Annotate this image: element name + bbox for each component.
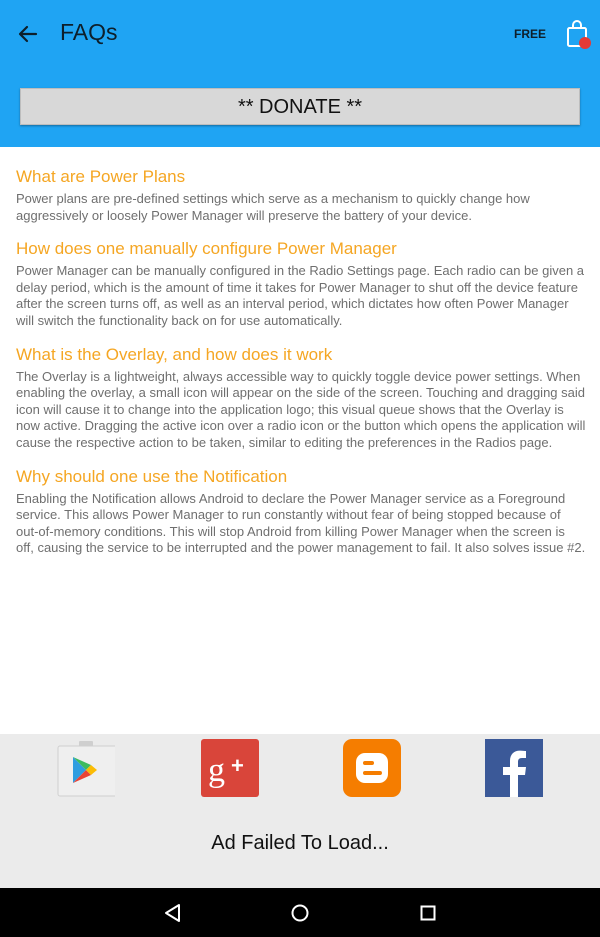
faq-question: What are Power Plans [16, 167, 186, 186]
faq-item: How does one manually configure Power Ma… [16, 238, 586, 329]
blogger-icon[interactable] [343, 739, 401, 797]
recents-square-icon[interactable] [415, 900, 441, 926]
arrow-left-icon[interactable] [14, 20, 42, 48]
system-nav-bar [0, 888, 600, 937]
faq-question: Why should one use the Notification [16, 466, 288, 486]
faq-answer: Power plans are pre-defined settings whi… [16, 191, 530, 223]
google-play-icon[interactable] [57, 739, 115, 797]
faq-list: What are Power Plans Power plans are pre… [16, 166, 586, 571]
page-title: FAQs [60, 19, 118, 45]
faq-question: How does one manually configure Power Ma… [16, 239, 397, 259]
google-plus-icon[interactable]: g + [201, 739, 259, 797]
ad-failed-text: Ad Failed To Load... [211, 832, 389, 854]
faq-item: Why should one use the Notification Enab… [16, 466, 586, 557]
shopping-bag-icon[interactable] [563, 19, 593, 51]
free-label[interactable]: FREE [514, 27, 546, 41]
svg-text:g: g [208, 752, 225, 789]
faq-answer: Enabling the Notification allows Android… [16, 490, 586, 556]
faq-answer: The Overlay is a lightweight, always acc… [16, 368, 586, 450]
svg-text:+: + [231, 753, 244, 778]
ad-banner: g + [0, 734, 600, 888]
faq-question: What is the Overlay, and how does it wor… [16, 344, 333, 364]
facebook-icon[interactable] [485, 739, 543, 797]
home-circle-icon[interactable] [287, 900, 313, 926]
donate-button[interactable]: ** DONATE ** [20, 88, 580, 125]
faq-item: What are Power Plans Power plans are pre… [16, 166, 586, 224]
back-triangle-icon[interactable] [160, 900, 186, 926]
app-bar: FAQs FREE ** DONATE ** [0, 0, 600, 147]
faq-answer: Power Manager can be manually configured… [16, 263, 585, 328]
faq-item: What is the Overlay, and how does it wor… [16, 344, 586, 452]
